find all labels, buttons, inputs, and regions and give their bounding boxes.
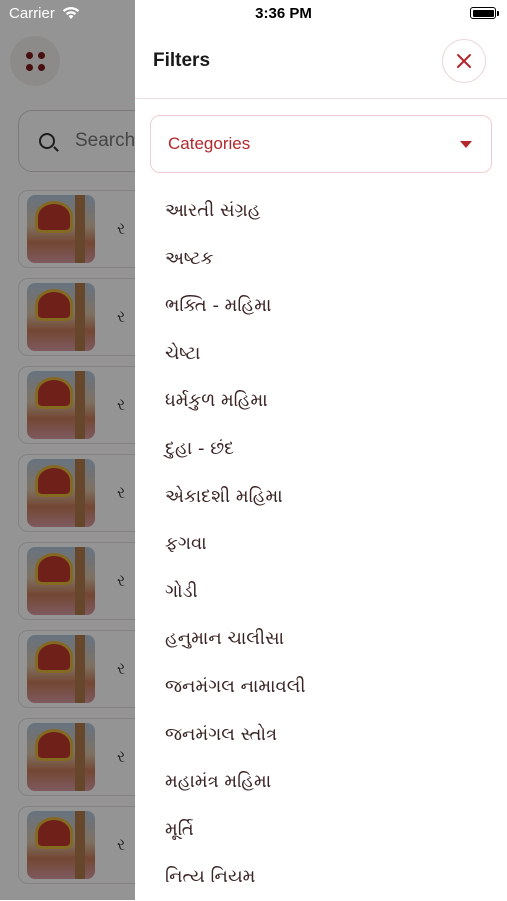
category-item[interactable]: ધર્મકુળ મહિમા xyxy=(165,377,485,425)
category-item[interactable]: ગોડી xyxy=(165,568,485,616)
chevron-down-icon xyxy=(460,141,472,148)
close-button[interactable] xyxy=(442,39,486,83)
category-item[interactable]: હનુમાન ચાલીસા xyxy=(165,615,485,663)
category-list: આરતી સંગ્રહ અષ્ટક ભક્તિ - મહિમા ચેષ્ટા ધર્મક… xyxy=(165,187,485,901)
status-bar: Carrier 3:36 PM xyxy=(0,0,507,28)
category-item[interactable]: આરતી સંગ્રહ xyxy=(165,187,485,235)
category-item[interactable]: મૂર્તિ xyxy=(165,806,485,854)
filters-drawer: Filters Categories આરતી સંગ્રહ અષ્ટક ભક્તિ… xyxy=(135,0,507,900)
category-item[interactable]: નિત્ય નિયમ xyxy=(165,853,485,901)
close-icon xyxy=(457,54,471,68)
clock: 3:36 PM xyxy=(255,5,312,22)
category-item[interactable]: મહામંત્ર મહિમા xyxy=(165,758,485,806)
battery-icon xyxy=(470,7,499,19)
category-dropdown-label: Categories xyxy=(168,134,251,153)
category-item[interactable]: જનમંગલ સ્તોત્ર xyxy=(165,711,485,759)
drawer-title: Filters xyxy=(153,50,211,71)
category-item[interactable]: દુહા - છંદ xyxy=(165,425,485,473)
category-item[interactable]: જનમંગલ નામાવલી xyxy=(165,663,485,711)
category-item[interactable]: ચેષ્ટા xyxy=(165,330,485,378)
category-item[interactable]: એકાદશી મહિમા xyxy=(165,473,485,521)
category-dropdown[interactable]: Categories xyxy=(150,115,492,173)
drawer-header: Filters xyxy=(135,28,507,99)
category-item[interactable]: ફગવા xyxy=(165,520,485,568)
category-item[interactable]: ભક્તિ - મહિમા xyxy=(165,282,485,330)
category-item[interactable]: અષ્ટક xyxy=(165,235,485,283)
